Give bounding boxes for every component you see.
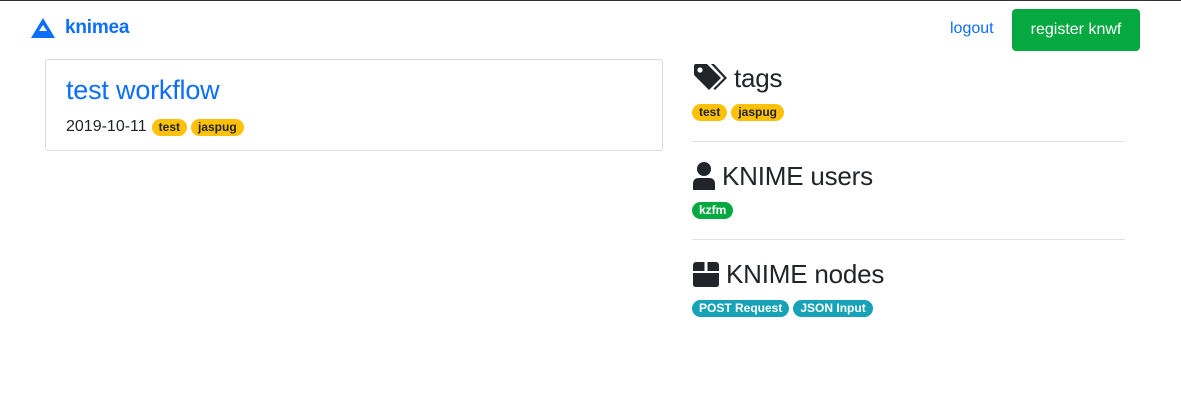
workflow-title-link[interactable]: test workflow <box>66 75 220 106</box>
node-badge[interactable]: JSON Input <box>793 300 873 317</box>
tags-icon <box>694 64 727 90</box>
users-section: KNIME users kzfm <box>692 158 1125 219</box>
tags-heading: tags <box>692 60 1125 96</box>
tags-badge-list: test jaspug <box>692 104 1125 121</box>
register-knwf-button[interactable]: register knwf <box>1012 9 1140 51</box>
section-divider <box>692 239 1125 240</box>
nodes-title: KNIME nodes <box>726 258 885 289</box>
section-divider <box>692 141 1125 142</box>
brand-link[interactable]: knimea <box>30 17 129 39</box>
nodes-section: KNIME nodes POST Request JSON Input <box>692 256 1125 317</box>
user-icon <box>693 162 715 190</box>
workflow-meta: 2019-10-11 test jaspug <box>66 118 248 136</box>
users-heading: KNIME users <box>692 158 1125 194</box>
tag-badge[interactable]: jaspug <box>731 104 785 121</box>
users-title: KNIME users <box>722 160 873 191</box>
workflow-date: 2019-10-11 <box>66 118 147 135</box>
nodes-heading: KNIME nodes <box>692 256 1125 292</box>
node-badge[interactable]: POST Request <box>692 300 790 317</box>
brand-label: knimea <box>65 17 130 38</box>
tags-title: tags <box>734 62 783 93</box>
workflow-card: test workflow 2019-10-11 test jaspug <box>45 59 663 151</box>
workflow-tag-badge[interactable]: test <box>151 118 187 136</box>
logout-link[interactable]: logout <box>950 20 994 38</box>
mountain-logo-icon <box>31 18 55 38</box>
tag-badge[interactable]: test <box>692 104 728 121</box>
users-badge-list: kzfm <box>692 202 1125 219</box>
tags-section: tags test jaspug <box>692 60 1125 121</box>
box-icon <box>693 262 719 287</box>
nodes-badge-list: POST Request JSON Input <box>692 300 1125 317</box>
user-badge[interactable]: kzfm <box>692 202 734 219</box>
navbar: knimea logout register knwf <box>0 1 1181 61</box>
workflow-tag-badge[interactable]: jaspug <box>191 118 244 136</box>
